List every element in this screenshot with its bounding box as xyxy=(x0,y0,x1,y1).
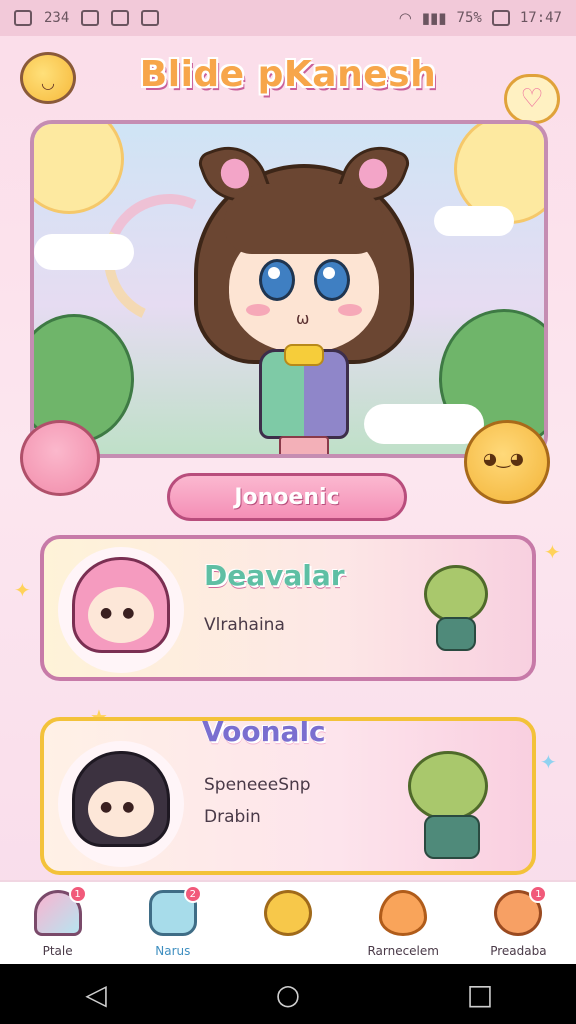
shield-icon xyxy=(141,10,160,26)
cloud-decoration xyxy=(34,234,134,270)
nav-label: Ptale xyxy=(42,944,73,958)
character-bangs xyxy=(224,184,384,254)
chibi-character-illustration xyxy=(402,751,502,861)
card-subtitle: SpeneeeSnp xyxy=(204,775,311,795)
nav-item-pet[interactable] xyxy=(230,882,345,964)
star-icon: ✦ xyxy=(544,540,561,564)
yellow-mascot-icon[interactable] xyxy=(464,420,550,504)
character-card-2[interactable]: ●● Voonalc SpeneeeSnp Drabin xyxy=(40,717,536,875)
app-icon xyxy=(81,10,100,26)
character-legs xyxy=(279,436,329,454)
battery-percent: 75% xyxy=(456,10,482,26)
cloud-decoration xyxy=(434,206,514,236)
nav-item-menu[interactable]: 2 Narus xyxy=(115,882,230,964)
wifi-icon: ◠ xyxy=(398,9,412,27)
card-title: Voonalc xyxy=(202,717,326,748)
featured-character-illustration: ω xyxy=(184,135,424,454)
character-avatar: ●● xyxy=(58,547,184,673)
system-navigation-bar: ◁ ○ □ xyxy=(0,964,576,1024)
recents-icon[interactable]: □ xyxy=(460,978,500,1011)
character-mouth: ω xyxy=(296,309,310,328)
notification-badge: 1 xyxy=(68,885,87,903)
avatar-eyes: ●● xyxy=(100,799,145,815)
pet-icon xyxy=(264,890,312,936)
nav-label: Narus xyxy=(155,944,191,958)
notification-icon xyxy=(14,10,32,26)
card-title: Deavalar xyxy=(204,559,345,592)
nav-item-favorites[interactable]: Rarnecelem xyxy=(346,882,461,964)
notification-badge: 2 xyxy=(183,885,202,903)
card-subtitle: Vlrahaina xyxy=(204,615,285,635)
character-blush xyxy=(246,304,270,316)
character-card-1[interactable]: ●● Deavalar Vlrahaina xyxy=(40,535,536,681)
pink-mascot-icon[interactable] xyxy=(20,420,100,496)
status-bar: 234 ◠ ▮▮▮ 75% 17:47 xyxy=(0,0,576,36)
chibi-character-illustration xyxy=(418,565,492,653)
signal-icon: ▮▮▮ xyxy=(421,9,447,27)
app-header: Blide pKanesh ♡ xyxy=(0,40,576,124)
status-left: 234 xyxy=(14,10,160,26)
nav-item-home[interactable]: 1 Ptale xyxy=(0,882,115,964)
chibi-body xyxy=(436,617,476,651)
character-eye xyxy=(314,259,350,301)
chibi-head xyxy=(424,565,488,623)
character-avatar: ●● xyxy=(58,741,184,867)
menu-icon: 2 xyxy=(148,885,202,936)
character-blush xyxy=(338,304,362,316)
character-name-label: Jonoenic xyxy=(234,484,340,510)
character-name-button[interactable]: Jonoenic xyxy=(167,473,407,521)
status-right: ◠ ▮▮▮ 75% 17:47 xyxy=(399,9,562,27)
card-subtitle: Drabin xyxy=(204,807,261,827)
clock: 17:47 xyxy=(519,10,562,26)
home-icon: 1 xyxy=(33,885,87,936)
nav-label: Preadaba xyxy=(490,944,547,958)
hero-character-card[interactable]: ω xyxy=(30,120,548,458)
star-icon: ✦ xyxy=(14,578,31,602)
sun-decoration xyxy=(34,124,124,214)
home-circle-icon[interactable]: ○ xyxy=(268,978,308,1011)
star-icon: ✦ xyxy=(540,750,557,774)
back-icon[interactable]: ◁ xyxy=(76,978,116,1011)
image-icon xyxy=(111,10,130,26)
heart-icon: ♡ xyxy=(520,84,544,114)
favorites-button[interactable]: ♡ xyxy=(504,74,560,124)
bottom-navigation: 1 Ptale 2 Narus Rarnecelem 1 Preadaba xyxy=(0,880,576,964)
avatar-eyes: ●● xyxy=(100,605,145,621)
nav-item-profile[interactable]: 1 Preadaba xyxy=(461,882,576,964)
battery-icon xyxy=(491,10,510,26)
status-left-text: 234 xyxy=(44,10,70,26)
face-icon: 1 xyxy=(494,885,548,936)
character-bow xyxy=(284,344,324,366)
app-title: Blide pKanesh xyxy=(139,54,437,95)
character-eye xyxy=(259,259,295,301)
heart-icon xyxy=(379,890,428,936)
nav-label: Rarnecelem xyxy=(367,944,439,958)
chibi-body xyxy=(424,815,480,859)
chibi-head xyxy=(408,751,488,821)
notification-badge: 1 xyxy=(529,885,548,903)
